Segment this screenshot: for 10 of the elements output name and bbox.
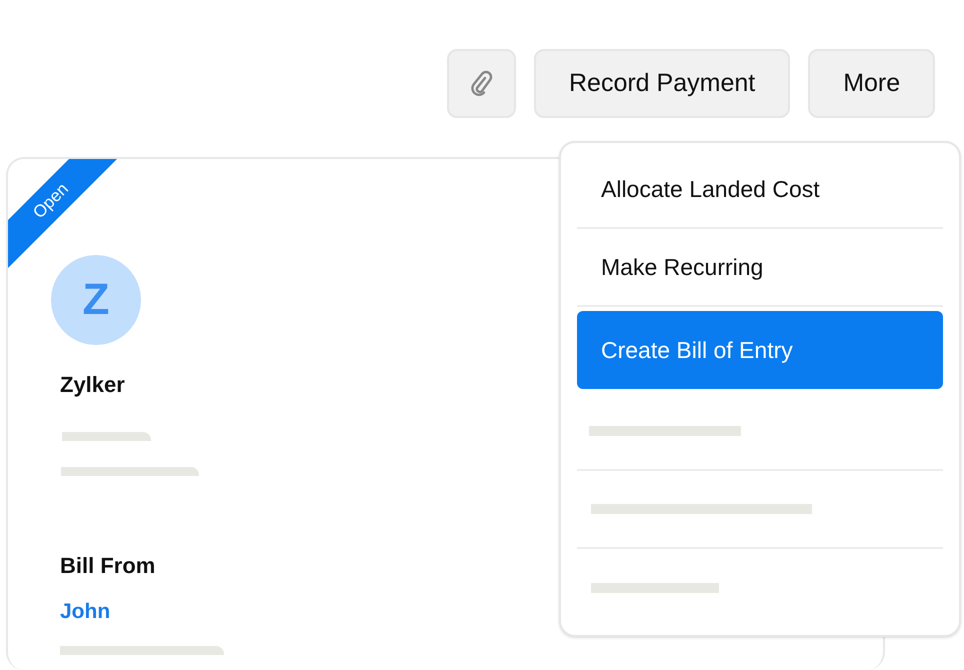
menu-button[interactable]: More — [808, 49, 936, 118]
menu-item[interactable]: Make Recurring — [577, 229, 943, 307]
menu-item[interactable]: Allocate Landed Cost — [577, 151, 943, 229]
menu-item[interactable]: Create Bill of Entry — [577, 311, 943, 389]
attach-button[interactable] — [447, 49, 516, 118]
section-label: Bill From — [60, 552, 156, 580]
menu-button[interactable]: Record Payment — [534, 49, 790, 118]
paperclip-icon — [468, 68, 494, 98]
vendor-name: Zylker — [60, 371, 126, 399]
avatar: Z — [51, 255, 141, 345]
